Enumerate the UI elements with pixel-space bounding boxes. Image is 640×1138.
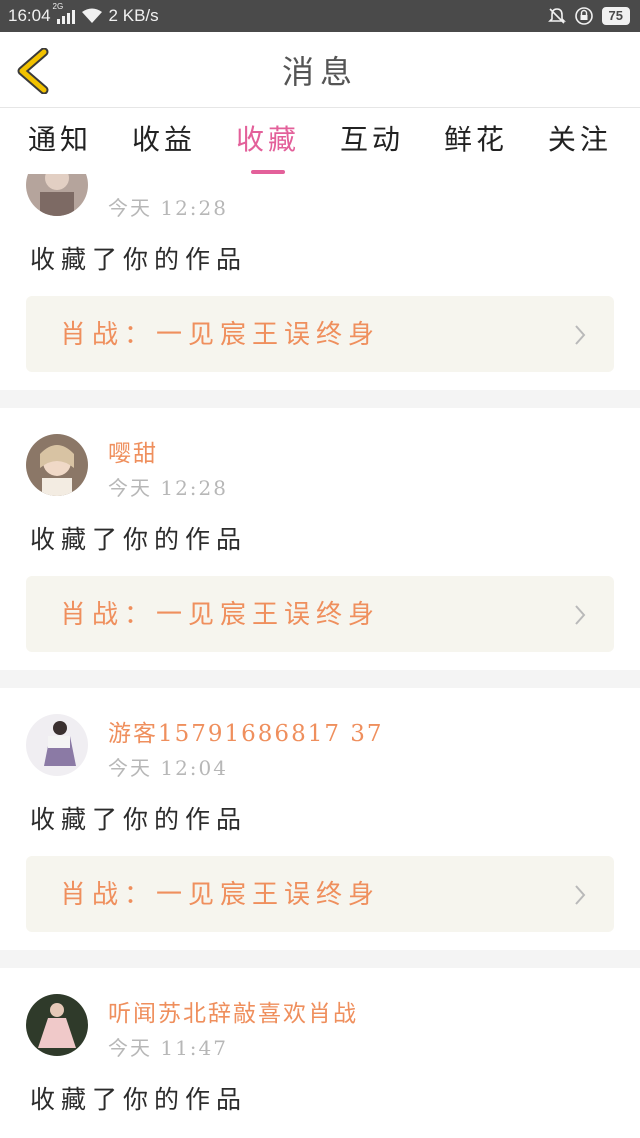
- avatar[interactable]: [26, 434, 88, 496]
- tab-favorites[interactable]: 收藏: [236, 108, 300, 174]
- timestamp: 今天 12:28: [108, 196, 228, 220]
- action-text: 收藏了你的作品: [30, 245, 248, 274]
- battery-icon: 75: [601, 7, 630, 25]
- tab-notifications[interactable]: 通知: [28, 108, 92, 174]
- timestamp: 今天 12:28: [108, 476, 228, 500]
- avatar[interactable]: [26, 714, 88, 776]
- work-title: 肖战：一见宸王误终身: [60, 880, 381, 910]
- cell-signal-icon: 2G: [53, 2, 75, 24]
- action-text: 收藏了你的作品: [30, 525, 248, 554]
- timestamp: 今天 11:47: [108, 1036, 228, 1060]
- avatar[interactable]: [26, 174, 88, 216]
- list-item: 今天 12:28 收藏了你的作品 肖战：一见宸王误终身: [0, 174, 640, 390]
- divider: [0, 950, 640, 968]
- page-title: 消息: [281, 52, 358, 91]
- list-item: 嘤甜 今天 12:28 收藏了你的作品 肖战：一见宸王误终身: [0, 408, 640, 670]
- nav-bar: 消息: [0, 32, 640, 108]
- work-link[interactable]: 肖战：一见宸王误终身: [26, 856, 614, 932]
- action-text: 收藏了你的作品: [30, 1085, 248, 1114]
- tab-earnings[interactable]: 收益: [132, 108, 196, 174]
- status-time: 16:04: [8, 6, 51, 25]
- tab-flowers[interactable]: 鲜花: [444, 108, 508, 174]
- back-arrow-icon[interactable]: [14, 48, 54, 94]
- lock-rotation-icon: [574, 7, 593, 25]
- list-item: 游客15791686817 37 今天 12:04 收藏了你的作品 肖战：一见宸…: [0, 688, 640, 950]
- divider: [0, 390, 640, 408]
- timestamp: 今天 12:04: [108, 756, 228, 780]
- wifi-icon: [81, 8, 102, 23]
- network-speed: 2 KB/s: [108, 6, 159, 25]
- chevron-right-icon: [575, 605, 586, 625]
- divider: [0, 670, 640, 688]
- work-link[interactable]: 肖战：一见宸王误终身: [26, 296, 614, 372]
- chevron-right-icon: [575, 885, 586, 905]
- status-bar: 16:04 2G 2 KB/s 75: [0, 0, 640, 32]
- username[interactable]: 嘤甜: [108, 434, 158, 468]
- tab-follows[interactable]: 关注: [548, 108, 612, 174]
- username[interactable]: 游客15791686817 37: [108, 714, 384, 748]
- mute-bell-icon: [547, 8, 566, 24]
- chevron-right-icon: [575, 325, 586, 345]
- work-title: 肖战：一见宸王误终身: [60, 320, 381, 350]
- tab-interactions[interactable]: 互动: [340, 108, 404, 174]
- tab-bar: 通知 收益 收藏 互动 鲜花 关注: [0, 108, 640, 174]
- work-link[interactable]: 肖战：一见宸王误终身: [26, 576, 614, 652]
- action-text: 收藏了你的作品: [30, 805, 248, 834]
- work-title: 肖战：一见宸王误终身: [60, 600, 381, 630]
- message-list: 今天 12:28 收藏了你的作品 肖战：一见宸王误终身 嘤甜 今天 12:28 …: [0, 174, 640, 1138]
- list-item: 听闻苏北辞敲喜欢肖战 今天 11:47 收藏了你的作品: [0, 968, 640, 1138]
- username[interactable]: 听闻苏北辞敲喜欢肖战: [108, 994, 358, 1028]
- avatar[interactable]: [26, 994, 88, 1056]
